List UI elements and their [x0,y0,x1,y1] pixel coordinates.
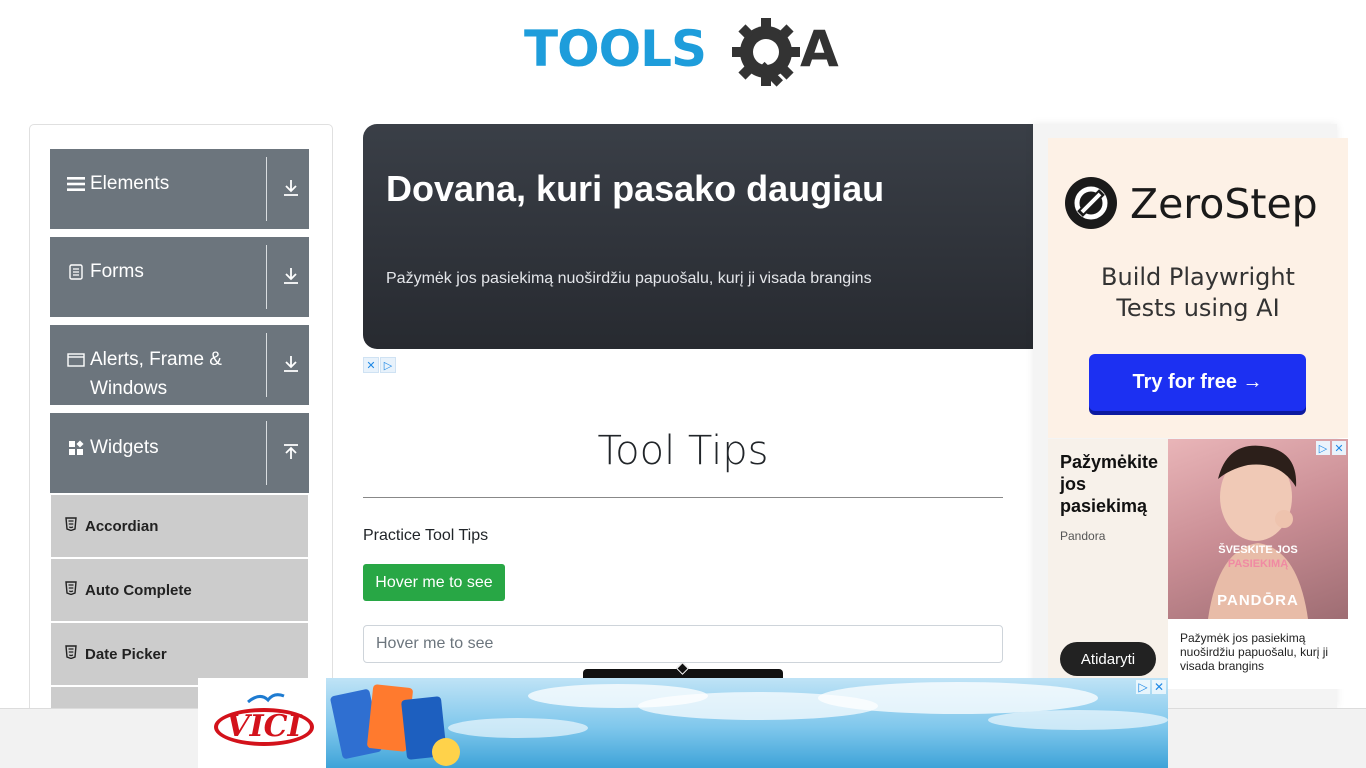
hover-button[interactable]: Hover me to see [363,564,505,601]
close-icon[interactable]: ✕ [1152,680,1166,694]
product-packs-image [330,684,460,766]
try-for-free-button[interactable]: Try for free → [1089,354,1306,411]
sidebar-item-label: Auto Complete [85,581,192,599]
pandora-ad-brand: Pandora [1060,529,1106,543]
document-icon [66,257,86,286]
html5-icon [65,645,77,659]
window-icon [66,345,86,374]
sidebar-group-label: Alerts, Frame & Windows [90,349,222,399]
sidebar-group-alerts[interactable]: Alerts, Frame & Windows [50,325,309,405]
sidebar-item-date-picker[interactable]: Date Picker [51,623,308,685]
pandora-image-line1: ŠVESKITE JOS [1218,544,1298,556]
adchoices-icon[interactable]: ▷ [1136,680,1150,694]
ad-choices[interactable]: ✕ ▷ [363,357,397,373]
widgets-icon [66,433,86,462]
adchoices-icon[interactable]: ▷ [380,357,396,373]
pandora-ad-description: Pažymėk jos pasiekimą nuoširdžiu papuoša… [1180,631,1329,673]
sidebar-item-accordian[interactable]: Accordian [51,495,308,557]
hamburger-icon [66,169,86,198]
download-arrow-icon[interactable] [280,265,302,287]
close-icon[interactable]: ✕ [363,357,379,373]
html5-icon [65,581,77,595]
sidebar-group-label: Widgets [90,437,159,458]
sidebar-group-title: Forms [66,257,256,286]
sidebar-item-auto-complete[interactable]: Auto Complete [51,559,308,621]
download-arrow-icon[interactable] [280,353,302,375]
pandora-ad-text-panel: Pažymėkite jos pasiekimą Pandora Atidary… [1048,439,1168,689]
sidebar-item-label: Date Picker [85,645,167,663]
sidebar-group-elements[interactable]: Elements [50,149,309,229]
group-divider [266,333,267,397]
html5-icon [65,517,77,531]
group-divider [266,245,267,309]
sidebar-group-title: Elements [66,169,256,198]
page-title: Tool Tips [597,428,769,474]
vici-logo: VICI [198,678,326,768]
toolsqa-logo-graphic: TOOLS A [524,18,839,87]
sidebar-group-forms[interactable]: Forms [50,237,309,317]
pandora-image-line2: PASIEKIMĄ [1227,558,1289,570]
sidebar-group-title: Alerts, Frame & Windows [66,345,256,403]
zerostep-name: ZeroStep [1130,180,1318,228]
sidebar-panel: Elements Forms Alerts, Frame & Windows W… [29,124,333,724]
download-arrow-icon[interactable] [280,177,302,199]
open-button[interactable]: Atidaryti [1060,642,1156,676]
vici-bottom-ad[interactable]: VICI ▷ ✕ [198,678,1168,768]
pandora-ad-image[interactable]: ŠVESKITE JOS PASIEKIMĄ PANDŌRA [1168,439,1348,619]
close-icon[interactable]: ✕ [1332,441,1346,455]
pandora-banner-ad[interactable]: Dovana, kuri pasako daugiau Pažymėk jos … [363,124,1033,349]
sidebar-group-widgets[interactable]: Widgets [50,413,309,493]
practice-label: Practice Tool Tips [363,527,489,544]
zerostep-tagline: Build Playwright Tests using AI [1101,263,1295,322]
upload-arrow-icon[interactable] [280,441,302,463]
sidebar-group-label: Elements [90,173,170,194]
group-divider [266,157,267,221]
pandora-ad-title: Pažymėkite jos pasiekimą [1060,452,1159,516]
sidebar-item-label: Accordian [85,517,159,535]
sidebar-group-label: Forms [90,261,144,282]
banner-text: Pažymėk jos pasiekimą nuoširdžiu papuoša… [386,270,872,287]
title-divider [363,497,1003,498]
pandora-image-brand: PANDŌRA [1217,592,1299,609]
zerostep-logo-icon [1065,177,1117,229]
pandora-ad[interactable]: Pažymėkite jos pasiekimą Pandora Atidary… [1048,439,1348,689]
adchoices-icon[interactable]: ▷ [1316,441,1330,455]
zerostep-ad[interactable]: ZeroStep Build Playwright Tests using AI… [1048,138,1348,438]
bird-icon [247,693,285,704]
toolsqa-logo[interactable]: TOOLS A [524,14,848,92]
sidebar-group-title: Widgets [66,433,256,462]
hover-input[interactable] [363,625,1003,663]
group-divider [266,421,267,485]
banner-title: Dovana, kuri pasako daugiau [386,168,885,209]
svg-text:TOOLS: TOOLS [524,20,706,78]
vici-brand: VICI [214,708,314,746]
svg-text:A: A [800,20,839,78]
